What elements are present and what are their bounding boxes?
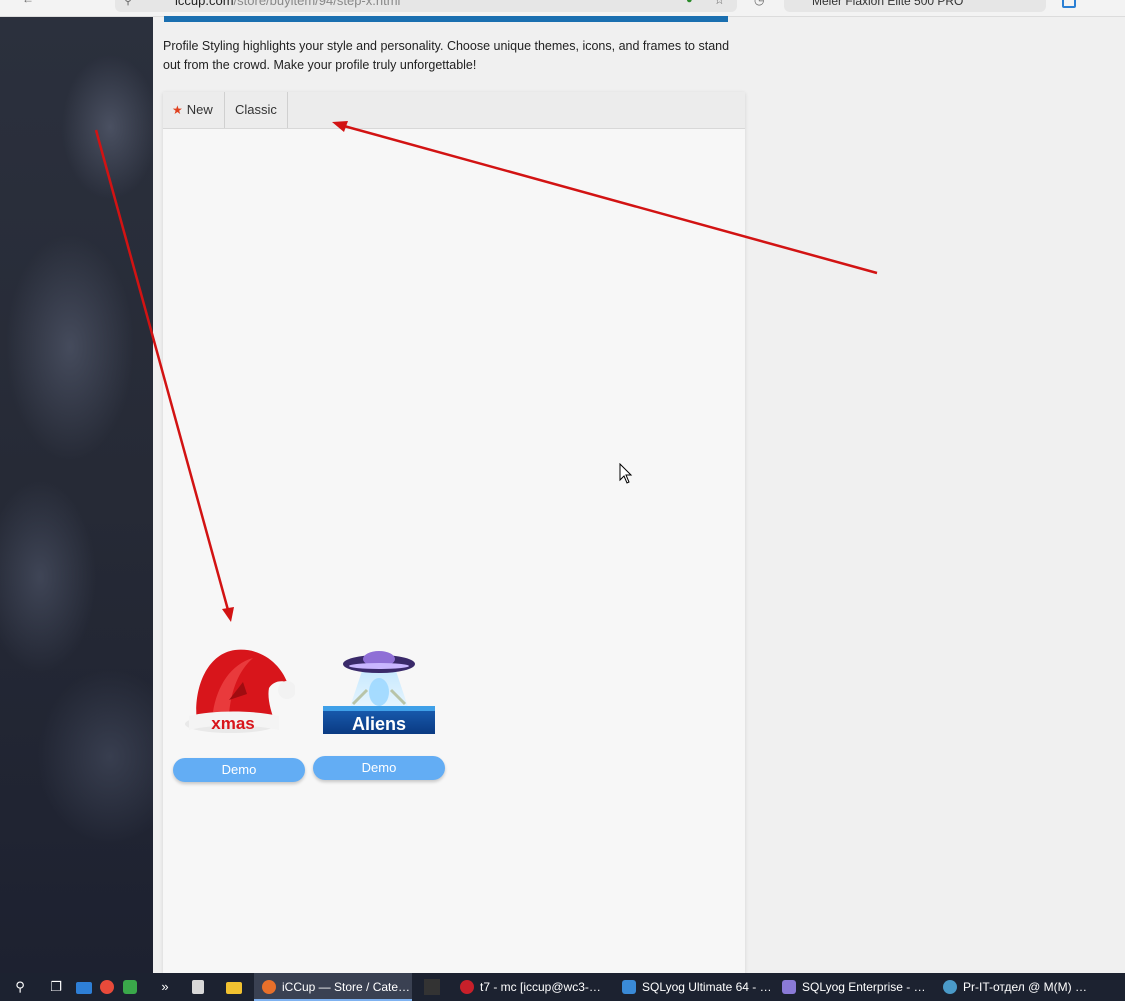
task-label: SQLyog Ultimate 64 - … [642, 980, 770, 994]
tab-classic-label: Classic [235, 102, 277, 117]
tab-new[interactable]: ★ New [163, 92, 225, 128]
taskbar-task-terminal[interactable]: t7 - mc [iccup@wc3-… [452, 973, 608, 1001]
mouse-cursor-icon [619, 463, 633, 484]
xmas-caption: xmas [211, 714, 254, 733]
store-item-xmas[interactable]: xmas Demo [173, 642, 305, 782]
url-path: /store/buyitem/94/step-x.html [233, 0, 401, 8]
page-background [745, 17, 1125, 973]
shield-icon: ● [686, 0, 693, 6]
aliens-caption: Aliens [352, 714, 406, 734]
star-icon: ★ [172, 103, 183, 117]
pinned-app-icon[interactable] [76, 982, 92, 994]
terminal-icon [460, 980, 474, 994]
url-host: iccup.com [175, 0, 234, 8]
extension-icon[interactable] [1062, 0, 1076, 8]
intro-text: Profile Styling highlights your style an… [163, 39, 730, 72]
lock-icon: ⚲ [124, 0, 133, 7]
address-bar[interactable]: iccup.com/store/buyitem/94/step-x.html [115, 0, 737, 12]
search-icon[interactable]: ⚲ [10, 978, 30, 996]
task-label: SQLyog Enterprise - … [802, 980, 926, 994]
taskbar: ⚲ ❐ » iCCup — Store / Cate… t7 - mc [icc… [0, 973, 1125, 1001]
store-item-aliens[interactable]: Aliens Demo [313, 642, 445, 782]
firefox-icon [262, 980, 276, 994]
browser-toolbar: ← iccup.com/store/buyitem/94/step-x.html… [0, 0, 1125, 17]
chevron-right-icon[interactable]: › [1029, 0, 1033, 4]
history-icon[interactable]: ◷ [754, 0, 764, 7]
task-label: t7 - mc [iccup@wc3-… [480, 980, 601, 994]
pinned-debian-icon[interactable] [100, 980, 114, 994]
tab-classic[interactable]: Classic [225, 92, 288, 128]
chat-icon [943, 980, 957, 994]
dota-icon[interactable] [424, 979, 440, 995]
taskbar-task-firefox[interactable]: iCCup — Store / Cate… [254, 973, 412, 1001]
task-label: iCCup — Store / Cate… [282, 980, 411, 994]
tab-new-label: New [186, 102, 213, 117]
banner-edge [164, 16, 728, 22]
demo-button-aliens[interactable]: Demo [313, 756, 445, 780]
xmas-hat-image: xmas [185, 649, 295, 733]
task-view-icon[interactable]: ❐ [46, 978, 66, 996]
aliens-ufo-image: Aliens [323, 651, 435, 734]
side-tab-title: Meier Flaxion Elite 500 PRO [812, 0, 964, 8]
taskbar-task-sqlyog-ultimate[interactable]: SQLyog Ultimate 64 - … [614, 973, 770, 1001]
file-explorer-icon[interactable] [226, 982, 242, 994]
sqlyog-icon [622, 980, 636, 994]
taskbar-task-sqlyog-enterprise[interactable]: SQLyog Enterprise - … [774, 973, 930, 1001]
store-panel: ★ New Classic xmas Demo Aliens Demo [163, 92, 745, 973]
background-artwork [0, 17, 153, 973]
taskbar-task-chat[interactable]: Pr-IT-отдел @ M(M) … [935, 973, 1095, 1001]
chevron-right-icon[interactable]: » [158, 978, 172, 996]
bookmark-star-icon[interactable]: ☆ [714, 0, 725, 7]
sqlyog-enterprise-icon [782, 980, 796, 994]
task-label: Pr-IT-отдел @ M(M) … [963, 980, 1087, 994]
calculator-icon[interactable] [192, 980, 204, 994]
side-tab[interactable]: Meier Flaxion Elite 500 PRO [784, 0, 1046, 12]
pinned-app2-icon[interactable] [123, 980, 137, 994]
demo-button-xmas[interactable]: Demo [173, 758, 305, 782]
back-arrow-icon[interactable]: ← [22, 0, 34, 6]
category-tabs: ★ New Classic [163, 92, 745, 129]
